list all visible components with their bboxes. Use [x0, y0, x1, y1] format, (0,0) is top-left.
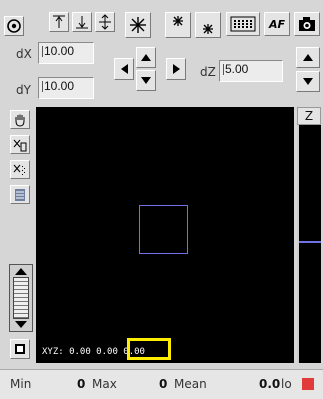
camera-icon: [299, 17, 315, 31]
arrow-left-icon: [120, 64, 128, 74]
arrow-mid-icon: [99, 14, 111, 30]
select-tool-button[interactable]: [10, 135, 30, 154]
autofocus-button[interactable]: AF: [264, 12, 290, 36]
arrow-down-bottom-icon: [76, 16, 88, 29]
grid-icon: [230, 16, 256, 32]
arrow-right-icon: [172, 64, 180, 74]
min-value: 0: [77, 377, 86, 391]
asterisk-button[interactable]: [125, 12, 151, 38]
list-tool-button[interactable]: [10, 185, 30, 204]
coords-prefix: XYZ: 0.00 0.00: [42, 347, 124, 357]
image-canvas[interactable]: [36, 107, 294, 363]
cross-dots-icon: [13, 164, 25, 175]
mean-value: 0.0: [259, 377, 281, 391]
grid-button[interactable]: [226, 12, 260, 36]
dy-label: dY: [16, 83, 31, 97]
move-mid-button[interactable]: [95, 12, 115, 32]
stage-left-button[interactable]: [114, 58, 134, 80]
max-value: 0: [159, 377, 168, 391]
dz-value: 5.00: [225, 62, 249, 76]
list-icon: [15, 188, 25, 201]
z-panel-edge: [297, 125, 299, 363]
stop-button[interactable]: [10, 339, 30, 359]
stop-icon: [15, 344, 25, 354]
arrow-up-top-icon: [53, 15, 65, 28]
target-icon: [7, 19, 21, 33]
z-up-button[interactable]: [296, 47, 320, 68]
dz-field[interactable]: 5.00: [219, 60, 283, 82]
arrow-down-icon: [141, 77, 151, 84]
slider-track: [13, 277, 29, 319]
z-label: Z: [304, 109, 314, 123]
hand-icon: [15, 114, 25, 127]
max-label: Max: [92, 377, 117, 391]
pan-tool-button[interactable]: [10, 110, 30, 129]
point-tool-button[interactable]: [10, 160, 30, 179]
z-down-icon: [303, 78, 313, 85]
dx-label: dX: [16, 47, 32, 61]
asterisk-up-button[interactable]: [165, 12, 191, 38]
move-top-button[interactable]: [49, 12, 69, 32]
stage-up-button[interactable]: [136, 47, 156, 68]
vertical-slider[interactable]: [9, 264, 33, 332]
dx-field[interactable]: 10.00: [38, 42, 94, 64]
arrow-up-icon: [141, 54, 151, 61]
dx-value: 10.00: [44, 44, 75, 58]
app-panel: AF dX 10.00 dY 10.00 dZ 5.00 XYZ: 0.00 0…: [0, 0, 323, 399]
stage-right-button[interactable]: [166, 58, 186, 80]
mean-label: Mean: [174, 377, 207, 391]
af-text: AF: [268, 17, 286, 31]
dy-field[interactable]: 10.00: [38, 77, 94, 99]
color-swatch[interactable]: [302, 378, 314, 390]
asterisk-icon: [130, 17, 146, 33]
lo-label: lo: [281, 377, 292, 391]
z-header: Z: [297, 107, 321, 125]
dz-label: dZ: [200, 65, 216, 79]
z-slider-line[interactable]: [299, 241, 321, 243]
min-label: Min: [10, 377, 32, 391]
camera-button[interactable]: [294, 12, 320, 36]
coords-highlight-box: [127, 338, 171, 360]
asterisk-down-button[interactable]: [195, 12, 221, 38]
z-panel: Z: [297, 107, 321, 363]
slider-up-icon: [15, 268, 27, 275]
z-up-icon: [303, 54, 313, 61]
stage-down-button[interactable]: [136, 70, 156, 91]
slider-down-icon: [15, 321, 27, 328]
target-button[interactable]: [4, 16, 24, 36]
roi-box[interactable]: [139, 205, 188, 254]
asterisk-down-icon: [203, 24, 213, 34]
z-down-button[interactable]: [296, 71, 320, 92]
dy-value: 10.00: [44, 79, 75, 93]
move-bottom-button[interactable]: [72, 12, 92, 32]
asterisk-up-icon: [173, 16, 183, 26]
cross-select-icon: [13, 139, 27, 151]
status-bar: Min 0 Max 0 Mean 0.0 lo: [0, 369, 323, 399]
